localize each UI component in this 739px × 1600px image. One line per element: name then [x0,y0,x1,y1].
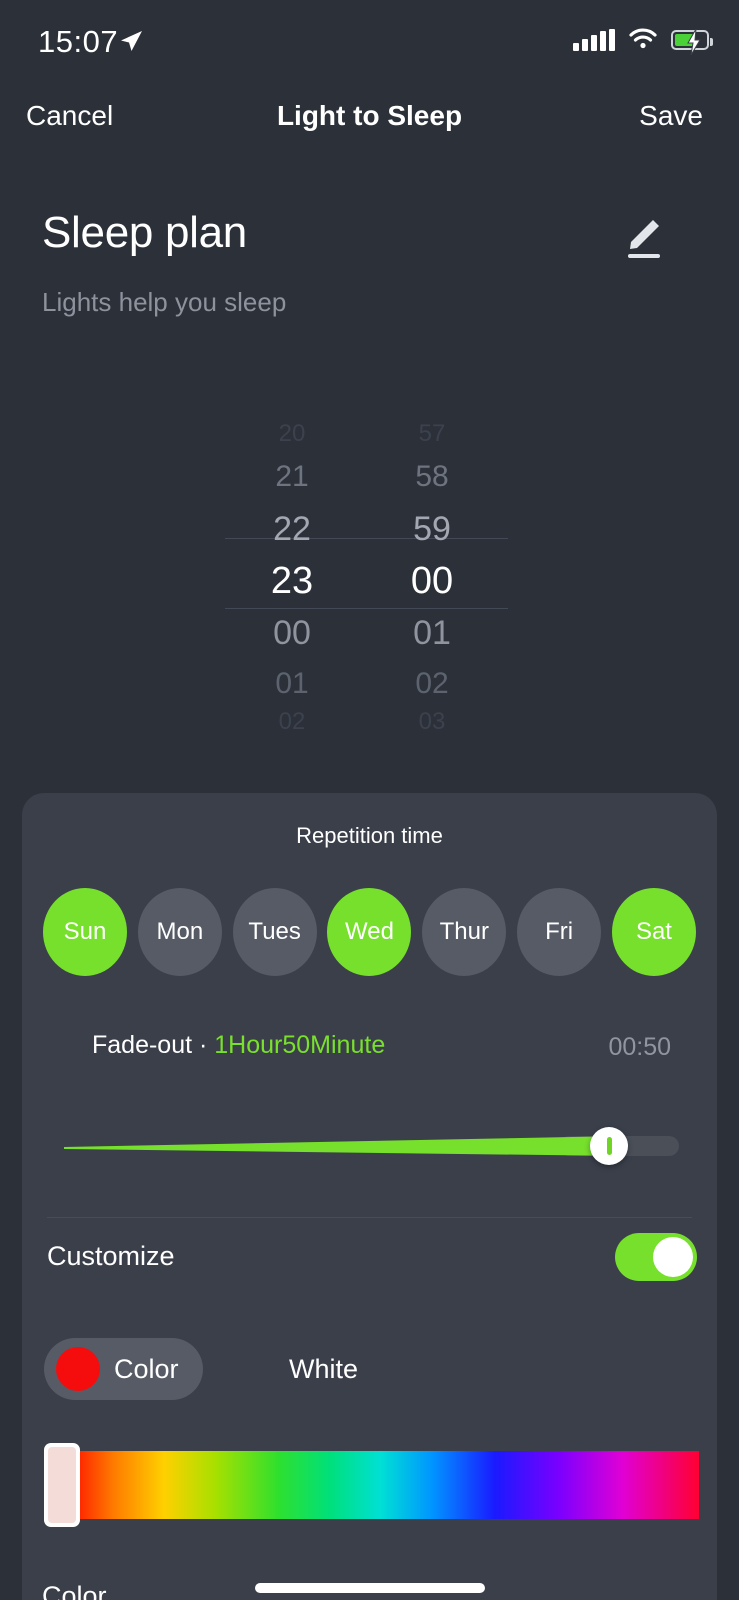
app-root: 15:07 Cancel Light to Sleep Save Sleep p… [0,0,739,1600]
customize-toggle[interactable] [615,1233,697,1281]
slider-track[interactable] [64,1136,679,1156]
fade-out-label-text: Fade-out · [92,1031,215,1059]
day-selector: Sun Mon Tues Wed Thur Fri Sat [43,888,696,976]
hue-slider[interactable] [44,1441,704,1529]
status-bar-indicators [573,26,713,56]
sleep-plan-subtitle: Lights help you sleep [42,287,287,317]
slider-track-filled [64,1136,624,1156]
minute-option-selected[interactable]: 00 [347,560,517,603]
fade-out-time: 00:50 [608,1033,671,1061]
home-indicator [255,1583,485,1593]
hue-gradient-track[interactable] [62,1451,699,1519]
cellular-signal-icon [573,29,615,51]
section-divider [47,1217,692,1218]
day-chip-thur[interactable]: Thur [422,888,507,976]
save-button[interactable]: Save [639,100,703,132]
tab-color-label: Color [114,1353,179,1384]
fade-out-label: Fade-out · 1Hour50Minute [92,1031,385,1060]
minute-option[interactable]: 57 [347,420,517,448]
tab-white[interactable]: White [289,1354,358,1385]
pencil-edit-icon[interactable] [615,212,671,264]
day-chip-fri[interactable]: Fri [517,888,602,976]
minute-option[interactable]: 03 [347,708,517,736]
color-mode-tabs: Color White [44,1338,704,1400]
navigation-bar: Cancel Light to Sleep Save [0,86,739,148]
tab-color[interactable]: Color [44,1338,203,1400]
settings-card: Repetition time Sun Mon Tues Wed Thur Fr… [22,793,717,1600]
fade-out-slider[interactable] [64,1123,679,1169]
toggle-knob [653,1237,693,1277]
wifi-icon [628,27,658,54]
time-picker[interactable]: 20 21 22 23 00 01 02 57 58 59 00 01 02 0… [0,412,739,736]
minute-option[interactable]: 02 [347,667,517,701]
day-chip-sat[interactable]: Sat [611,888,696,976]
minute-option[interactable]: 01 [347,614,517,653]
repetition-time-label: Repetition time [296,823,443,848]
sleep-plan-heading: Sleep plan [42,208,247,257]
day-chip-tues[interactable]: Tues [232,888,317,976]
minute-option[interactable]: 59 [347,510,517,549]
color-section-label: Color [42,1581,107,1600]
status-bar: 15:07 [0,0,739,78]
status-bar-clock: 15:07 [38,24,119,59]
fade-out-row: Fade-out · 1Hour50Minute 00:50 [22,1031,717,1067]
location-arrow-icon [118,28,144,54]
customize-label: Customize [47,1241,175,1271]
fade-out-value: 1Hour50Minute [214,1031,386,1059]
slider-handle[interactable] [590,1127,628,1165]
battery-charging-icon [671,28,713,56]
hue-slider-handle[interactable] [44,1443,80,1527]
minute-option[interactable]: 58 [347,460,517,494]
minute-wheel[interactable]: 57 58 59 00 01 02 03 [347,412,517,736]
day-chip-wed[interactable]: Wed [327,888,412,976]
page-title: Light to Sleep [276,100,463,131]
color-swatch-icon [56,1347,100,1391]
day-chip-sun[interactable]: Sun [43,888,127,976]
day-chip-mon[interactable]: Mon [137,888,222,976]
